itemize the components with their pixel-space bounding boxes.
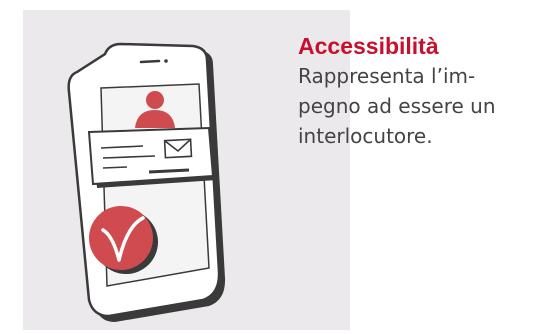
speaker-icon	[139, 59, 161, 64]
camera-dot	[164, 59, 168, 63]
description-line-1: Rappresenta l’im-	[298, 64, 476, 88]
card-title: Accessibilità	[298, 33, 439, 59]
envelope-card-icon	[87, 126, 217, 188]
accessibility-card: Accessibilità Rappresenta l’im- pegno ad…	[0, 0, 545, 334]
text-block: Accessibilità Rappresenta l’im- pegno ad…	[298, 31, 543, 151]
description-line-2: pegno ad essere un	[298, 94, 496, 118]
description-line-3: interlocutore.	[298, 124, 433, 148]
